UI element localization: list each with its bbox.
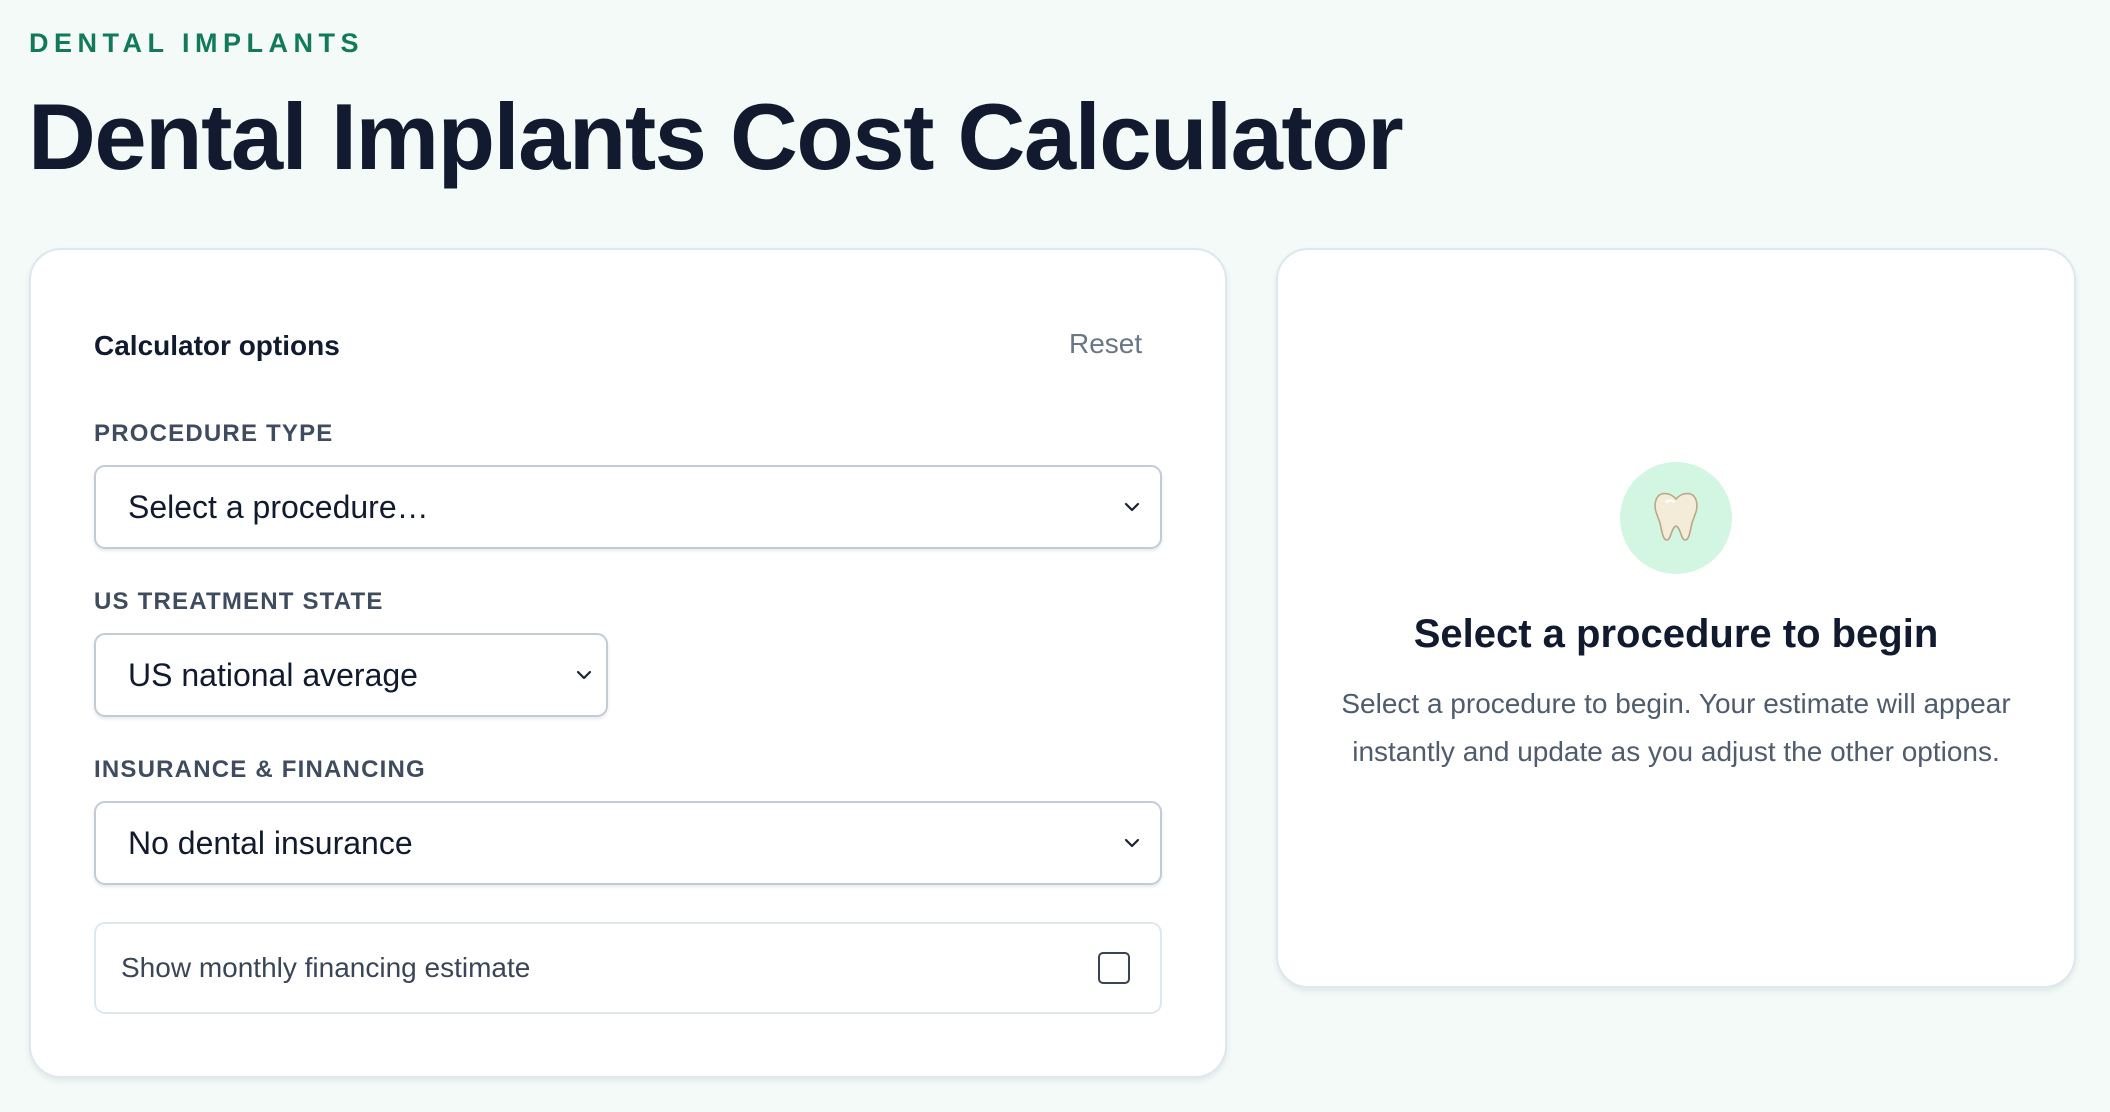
financing-estimate-checkbox[interactable] [1098,952,1130,984]
tooth-icon-badge [1620,462,1732,574]
result-message: Select a procedure to begin. Your estima… [1341,688,2011,767]
procedure-type-value: Select a procedure… [128,489,429,525]
financing-estimate-label: Show monthly financing estimate [121,952,531,983]
treatment-state-label: US TREATMENT STATE [94,588,384,615]
chevron-down-icon [576,670,592,680]
result-title: Select a procedure to begin [1413,612,1939,656]
page-title: Dental Implants Cost Calculator [28,84,1404,189]
insurance-financing-select[interactable]: No dental insurance [94,801,1162,885]
reset-button[interactable]: Reset [1069,328,1142,360]
chevron-down-icon [1124,502,1140,512]
procedure-type-select[interactable]: Select a procedure… [94,465,1162,549]
page-eyebrow: DENTAL IMPLANTS [29,28,364,58]
chevron-down-icon [1124,838,1140,848]
treatment-state-value: US national average [128,657,418,693]
insurance-financing-value: No dental insurance [128,825,413,861]
tooth-icon [1654,492,1698,541]
calculator-options-card: Calculator options Reset PROCEDURE TYPE … [29,248,1227,1078]
insurance-financing-label: INSURANCE & FINANCING [94,756,426,783]
procedure-type-label: PROCEDURE TYPE [94,420,334,447]
calculator-options-title: Calculator options [94,330,340,361]
financing-estimate-row[interactable]: Show monthly financing estimate [94,922,1162,1014]
treatment-state-select[interactable]: US national average [94,633,608,717]
estimate-result-card: Select a procedure to begin Select a pro… [1276,248,2076,988]
